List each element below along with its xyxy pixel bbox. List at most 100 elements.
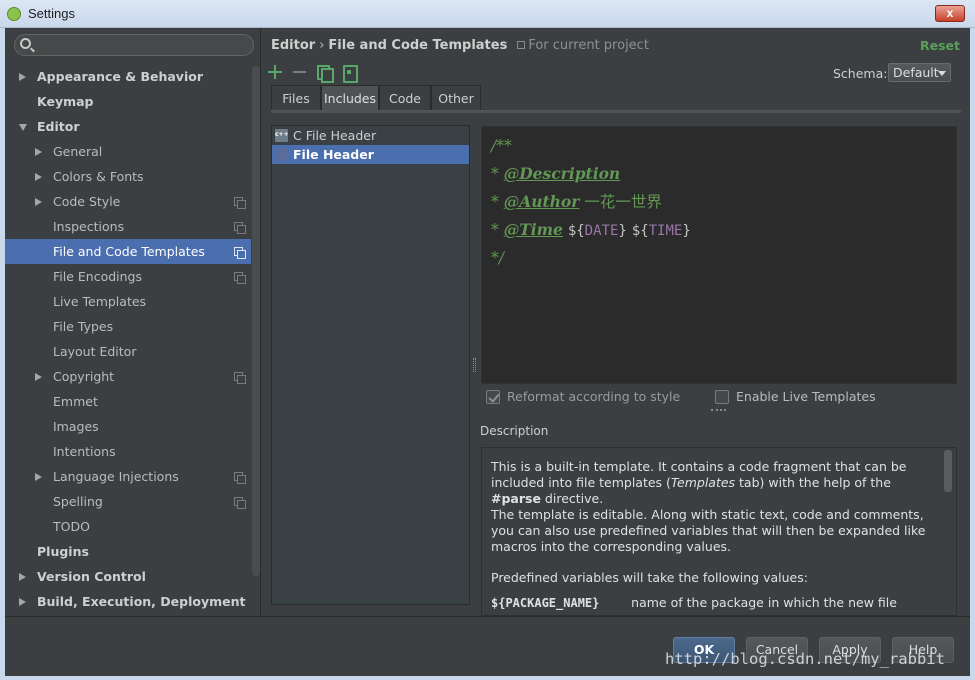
expand-arrow-right-icon[interactable] (19, 573, 26, 581)
sidebar-item-label: Language Injections (53, 469, 179, 484)
description-tag: @Description (503, 164, 621, 183)
sidebar-item-inspections[interactable]: Inspections (5, 214, 251, 239)
chevron-down-icon (938, 71, 946, 76)
schema-value: Default (893, 65, 939, 80)
expand-arrow-right-icon[interactable] (35, 373, 42, 381)
breadcrumb-file-code-templates: File and Code Templates (328, 38, 508, 53)
live-templates-checkbox-row[interactable]: Enable Live Templates (715, 389, 915, 407)
sidebar-item-label: Intentions (53, 444, 116, 459)
sidebar-item-todo[interactable]: TODO (5, 514, 251, 539)
sidebar-item-colors-fonts[interactable]: Colors & Fonts (5, 164, 251, 189)
sidebar-item-label: Code Style (53, 194, 121, 209)
breadcrumb: Editor › File and Code Templates For curren… (271, 38, 649, 53)
template-editor[interactable]: /** * @Description * @Author 一花一世界 * @Ti… (481, 126, 957, 384)
reset-link[interactable]: Reset (920, 38, 960, 53)
tab-files[interactable]: Files (271, 85, 321, 111)
expand-arrow-right-icon[interactable] (35, 148, 42, 156)
description-label: Description (480, 424, 549, 438)
expand-arrow-right-icon[interactable] (35, 173, 42, 181)
remove-template-icon[interactable] (292, 64, 308, 80)
tabs-underline (271, 110, 961, 113)
sidebar-item-code-style[interactable]: Code Style (5, 189, 251, 214)
tab-includes[interactable]: Includes (321, 85, 379, 111)
sidebar-item-language-injections[interactable]: Language Injections (5, 464, 251, 489)
reformat-label: Reformat according to style (507, 389, 681, 404)
sidebar-item-spelling[interactable]: Spelling (5, 489, 251, 514)
window-frame-right (970, 28, 975, 680)
expand-arrow-right-icon[interactable] (19, 73, 26, 81)
sidebar-item-intentions[interactable]: Intentions (5, 439, 251, 464)
expand-arrow-right-icon[interactable] (35, 198, 42, 206)
sidebar-item-label: General (53, 144, 103, 159)
sidebar-item-keymap[interactable]: Keymap (5, 89, 251, 114)
export-template-icon[interactable] (341, 64, 358, 83)
description-text: This is a built-in template. It contains… (491, 459, 926, 610)
sidebar-item-label: File Types (53, 319, 114, 334)
sidebar-item-copyright[interactable]: Copyright (5, 364, 251, 389)
code-line-1: /** (491, 137, 512, 155)
sidebar-item-label: Editor (37, 119, 80, 134)
tab-other[interactable]: Other (431, 85, 481, 111)
project-scope-icon (234, 497, 246, 509)
template-item-label: C File Header (293, 128, 377, 143)
author-value: 一花一世界 (584, 193, 662, 211)
sidebar-item-editor[interactable]: Editor (5, 114, 251, 139)
description-scrollbar[interactable] (944, 450, 952, 492)
variable-name: ${PACKAGE_NAME} (491, 596, 600, 610)
project-scope-icon (234, 372, 246, 384)
sidebar-item-label: Copyright (53, 369, 115, 384)
schema-dropdown[interactable]: Default (888, 63, 951, 82)
sidebar-item-label: File Encodings (53, 269, 143, 284)
copy-template-icon[interactable] (316, 64, 334, 83)
sidebar-item-label: Spelling (53, 494, 103, 509)
settings-sidebar: Appearance & Behavior Keymap Editor General… (5, 28, 261, 616)
code-line-2: * @Description (491, 164, 621, 183)
window-frame-bottom (0, 676, 975, 680)
sidebar-item-plugins[interactable]: Plugins (5, 539, 251, 564)
template-item-file-header[interactable]: File Header (272, 145, 469, 164)
window-titlebar: Settings x (0, 0, 975, 28)
sidebar-scrollbar[interactable] (252, 66, 260, 576)
splitter-handle[interactable] (473, 358, 476, 372)
window-close-button[interactable]: x (935, 5, 965, 22)
sidebar-item-label: Appearance & Behavior (37, 69, 203, 84)
project-scope-icon (234, 247, 246, 259)
live-templates-checkbox[interactable] (715, 390, 729, 404)
window-title: Settings (28, 6, 75, 21)
tab-code[interactable]: Code (379, 85, 431, 111)
expand-arrow-right-icon[interactable] (19, 598, 26, 606)
sidebar-item-label: Keymap (37, 94, 94, 109)
code-line-4: * @Time ${DATE} ${TIME} (491, 220, 691, 239)
splitter-grip[interactable] (711, 409, 726, 411)
template-item-label: File Header (293, 147, 374, 162)
sidebar-item-file-encodings[interactable]: File Encodings (5, 264, 251, 289)
settings-search-input[interactable] (14, 34, 254, 56)
project-scope-icon (234, 222, 246, 234)
sidebar-item-label: Emmet (53, 394, 98, 409)
sidebar-item-general[interactable]: General (5, 139, 251, 164)
code-line-5: */ (491, 249, 504, 267)
template-list: C File Header File Header (271, 125, 470, 605)
add-template-icon[interactable] (267, 64, 283, 80)
expand-arrow-down-icon[interactable] (19, 124, 27, 131)
sidebar-item-images[interactable]: Images (5, 414, 251, 439)
author-tag: @Author (503, 192, 580, 211)
reformat-checkbox-row[interactable]: Reformat according to style (486, 389, 706, 407)
sidebar-item-file-types[interactable]: File Types (5, 314, 251, 339)
sidebar-item-appearance-behavior[interactable]: Appearance & Behavior (5, 64, 251, 89)
sidebar-item-live-templates[interactable]: Live Templates (5, 289, 251, 314)
template-item-c-file-header[interactable]: C File Header (272, 126, 469, 145)
sidebar-item-layout-editor[interactable]: Layout Editor (5, 339, 251, 364)
time-variable: ${TIME} (631, 223, 691, 239)
settings-content: Editor › File and Code Templates For curren… (262, 28, 970, 616)
sidebar-item-version-control[interactable]: Version Control (5, 564, 251, 589)
reformat-checkbox[interactable] (486, 390, 500, 404)
expand-arrow-right-icon[interactable] (35, 473, 42, 481)
sidebar-item-build-execution-deployment[interactable]: Build, Execution, Deployment (5, 589, 251, 614)
sidebar-item-label: Images (53, 419, 99, 434)
sidebar-item-file-and-code-templates[interactable]: File and Code Templates (5, 239, 251, 264)
sidebar-item-emmet[interactable]: Emmet (5, 389, 251, 414)
sidebar-item-label: File and Code Templates (53, 244, 205, 259)
sidebar-item-label: Plugins (37, 544, 89, 559)
description-panel: This is a built-in template. It contains… (481, 447, 957, 616)
